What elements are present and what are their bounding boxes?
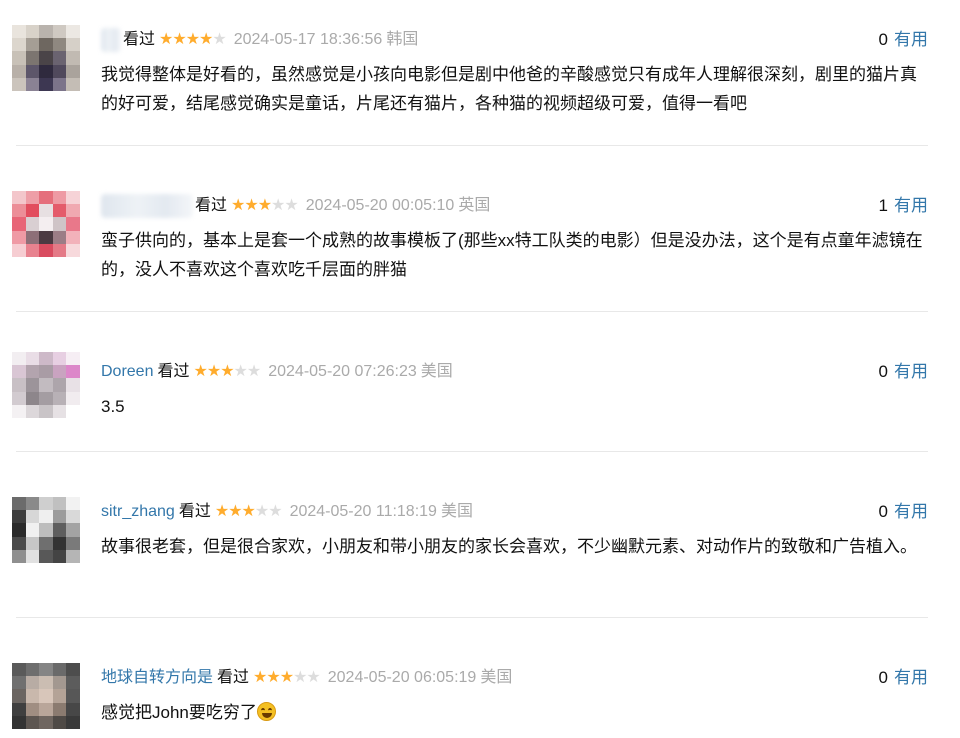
star-filled-icon: ★ — [206, 363, 221, 380]
star-empty-icon: ★ — [284, 197, 298, 214]
comment-time: 2024-05-20 07:26:23 — [268, 363, 417, 380]
divider — [16, 451, 928, 452]
star-filled-icon: ★ — [231, 197, 245, 214]
username-link[interactable]: sitr_zhang — [101, 500, 175, 524]
vote-count: 0 — [878, 502, 888, 521]
watched-status: 看过 — [178, 503, 211, 520]
star-empty-icon: ★ — [246, 363, 261, 380]
star-rating-icon: ★★★★★ — [159, 28, 227, 52]
comment-text: 我觉得整体是好看的，虽然感觉是小孩向电影但是剧中他爸的辛酸感觉只有成年人理解很深… — [101, 65, 917, 113]
comment-location: 美国 — [420, 363, 453, 380]
useful-button[interactable]: 有用 — [894, 502, 928, 521]
username-link[interactable]: 地球自转方向是 — [101, 666, 213, 690]
useful-button[interactable]: 有用 — [894, 668, 928, 687]
star-empty-icon: ★ — [254, 503, 269, 520]
comment-meta: sitr_zhang 看过 ★★★★★ 2024-05-20 11:18:19 … — [101, 500, 473, 524]
comment-meta: 地球自转方向是 看过 ★★★★★ 2024-05-20 06:05:19 美国 — [101, 666, 512, 690]
star-filled-icon: ★ — [220, 363, 234, 380]
star-filled-icon: ★ — [253, 669, 267, 686]
watched-status: 看过 — [123, 31, 156, 48]
star-filled-icon: ★ — [279, 669, 294, 686]
comment-text-content: 感觉把John要吃穷了 — [101, 703, 257, 722]
watched-status: 看过 — [195, 197, 228, 214]
comment-location: 美国 — [440, 503, 473, 520]
laughing-tears-emoji-icon — [256, 702, 276, 721]
divider — [16, 145, 928, 146]
star-filled-icon: ★ — [159, 31, 173, 48]
star-filled-icon: ★ — [193, 363, 208, 380]
vote-count: 1 — [878, 196, 888, 215]
vote-area: 1 有用 — [879, 194, 928, 218]
comment-text: 感觉把John要吃穷了 — [101, 698, 926, 727]
star-empty-icon: ★ — [271, 197, 285, 214]
comment-text: 3.5 — [101, 397, 125, 416]
avatar[interactable] — [12, 25, 80, 91]
star-empty-icon: ★ — [212, 31, 226, 48]
avatar[interactable] — [12, 191, 80, 257]
star-filled-icon: ★ — [199, 31, 213, 48]
star-filled-icon: ★ — [228, 503, 242, 520]
star-filled-icon: ★ — [214, 503, 229, 520]
vote-area: 0 有用 — [879, 360, 928, 384]
comment-time: 2024-05-20 00:05:10 — [305, 197, 455, 214]
star-rating-icon: ★★★★★ — [231, 194, 299, 218]
star-filled-icon: ★ — [185, 31, 200, 48]
star-filled-icon: ★ — [244, 197, 258, 214]
star-rating-icon: ★★★★★ — [193, 360, 262, 384]
comment-item: 看过 ★★★★★ 2024-05-20 00:05:10 英国 1 有用 蛮子供向… — [0, 176, 960, 301]
comment-item: Doreen 看过 ★★★★★ 2024-05-20 07:26:23 美国 0… — [0, 342, 960, 442]
comment-text: 故事很老套，但是很合家欢，小朋友和带小朋友的家长会喜欢，不少幽默元素、对动作片的… — [101, 537, 917, 556]
star-empty-icon: ★ — [268, 503, 282, 520]
vote-area: 0 有用 — [879, 666, 928, 690]
vote-count: 0 — [878, 668, 888, 687]
comment-location: 美国 — [480, 669, 513, 686]
useful-button[interactable]: 有用 — [894, 196, 928, 215]
star-empty-icon: ★ — [306, 669, 320, 686]
avatar[interactable] — [12, 352, 80, 418]
star-rating-icon: ★★★★★ — [253, 666, 321, 690]
star-filled-icon: ★ — [172, 31, 186, 48]
vote-count: 0 — [878, 30, 888, 49]
username-link[interactable]: Doreen — [101, 360, 153, 384]
comment-location: 英国 — [458, 197, 491, 214]
comment-item: sitr_zhang 看过 ★★★★★ 2024-05-20 11:18:19 … — [0, 482, 960, 607]
star-filled-icon: ★ — [241, 503, 256, 520]
watched-status: 看过 — [217, 669, 250, 686]
comment-time: 2024-05-20 06:05:19 — [327, 669, 477, 686]
comment-meta: 看过 ★★★★★ 2024-05-20 00:05:10 英国 — [101, 194, 490, 218]
divider — [16, 311, 928, 312]
star-filled-icon: ★ — [257, 197, 272, 214]
vote-area: 0 有用 — [879, 28, 928, 52]
username-link[interactable] — [101, 194, 193, 218]
avatar[interactable] — [12, 497, 80, 563]
avatar[interactable] — [12, 663, 80, 729]
useful-button[interactable]: 有用 — [894, 362, 928, 381]
vote-count: 0 — [878, 362, 888, 381]
comment-time: 2024-05-20 11:18:19 — [289, 503, 437, 520]
comment-item: 看过 ★★★★★ 2024-05-17 18:36:56 韩国 0 有用 我觉得整… — [0, 10, 960, 135]
comment-location: 韩国 — [386, 31, 419, 48]
comment-time: 2024-05-17 18:36:56 — [233, 31, 383, 48]
useful-button[interactable]: 有用 — [894, 30, 928, 49]
comment-item: 地球自转方向是 看过 ★★★★★ 2024-05-20 06:05:19 美国 … — [0, 648, 960, 738]
comment-meta: 看过 ★★★★★ 2024-05-17 18:36:56 韩国 — [101, 28, 418, 52]
comment-text: 蛮子供向的，基本上是套一个成熟的故事模板了(那些xx特工队类的电影）但是没办法，… — [101, 231, 923, 279]
star-empty-icon: ★ — [293, 669, 307, 686]
username-link[interactable] — [101, 28, 121, 52]
star-filled-icon: ★ — [266, 669, 280, 686]
vote-area: 0 有用 — [879, 500, 928, 524]
divider — [16, 617, 928, 618]
star-empty-icon: ★ — [233, 363, 248, 380]
watched-status: 看过 — [157, 363, 190, 380]
comment-meta: Doreen 看过 ★★★★★ 2024-05-20 07:26:23 美国 — [101, 360, 453, 384]
star-rating-icon: ★★★★★ — [214, 500, 283, 524]
